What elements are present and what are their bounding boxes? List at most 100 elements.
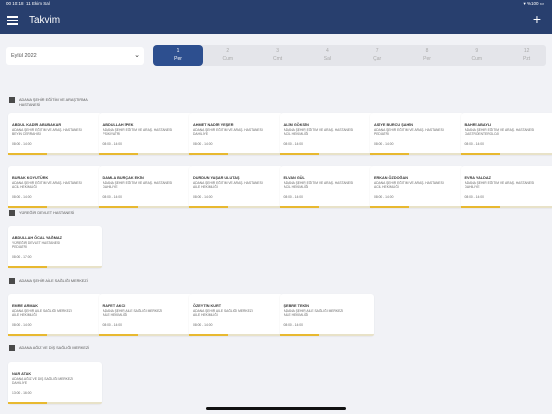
status-battery: ▾ %100 ▭ bbox=[523, 1, 544, 6]
card-hospital: ADANA ŞEHİR EĞİTİM VE ARAŞ. HASTANESİ ACİ… bbox=[283, 181, 354, 189]
day-tab[interactable]: 1 Per bbox=[153, 45, 203, 66]
schedule-card[interactable]: EVRA YALDAZ ADANA ŞEHİR EĞİTİM VE ARAŞ. H… bbox=[460, 166, 552, 208]
day-tab[interactable]: 8 Per bbox=[402, 45, 452, 66]
card-progress-bar bbox=[189, 334, 283, 336]
schedule-card[interactable]: ERKAN ÖZDOĞAN ADANA ŞEHİR EĞİTİM VE ARAŞ.… bbox=[370, 166, 464, 208]
card-time: 08:00 - 14:00 bbox=[193, 142, 213, 146]
doctor-name: ABDULLAH ÖCAL YAĞMAZ bbox=[12, 236, 62, 240]
card-hospital: ADANA ŞEHİR AİLE SAĞLIĞI MERKEZİ AİLE HEK… bbox=[102, 309, 163, 317]
card-hospital: ADANA ŞEHİR EĞİTİM VE ARAŞ. HASTANESİ DAH… bbox=[193, 128, 263, 136]
card-hospital: ADANA ŞEHİR EĞİTİM VE ARAŞ. HASTANESİ GAS… bbox=[464, 128, 535, 136]
card-time: 08:00 - 14:00 bbox=[102, 195, 122, 199]
card-hospital: ADANA ŞEHİR AİLE SAĞLIĞI MERKEZİ AİLE HEK… bbox=[193, 309, 253, 317]
card-hospital: ADANA ŞEHİR AİLE SAĞLIĞI MERKEZİ AİLE HEK… bbox=[12, 309, 72, 317]
schedule-card[interactable]: ABDULLAH ÖCAL YAĞMAZ YÜREĞİR DEVLET HASTA… bbox=[8, 226, 102, 268]
card-hospital: ADANA ŞEHİR EĞİTİM VE ARAŞ. HASTANESİ AİL… bbox=[193, 181, 263, 189]
doctor-name: RAFET AKCI bbox=[102, 304, 126, 308]
day-tab[interactable]: 9 Cum bbox=[452, 45, 502, 66]
card-hospital: ADANA AĞIZ VE DİŞ SAĞLIĞI MERKEZİ DAHİLİY… bbox=[12, 377, 74, 385]
card-time: 08:00 - 14:00 bbox=[283, 142, 303, 146]
page-title: Takvim bbox=[29, 15, 61, 26]
day-name: Per bbox=[174, 56, 182, 62]
day-number: 1 bbox=[176, 48, 180, 54]
schedule-card[interactable]: ASİYE BURCU ŞAHİN ADANA ŞEHİR EĞİTİM VE A… bbox=[370, 113, 464, 155]
card-time: 08:00 - 14:00 bbox=[464, 195, 484, 199]
day-name: Sal bbox=[323, 56, 331, 62]
doctor-name: EVRA YALDAZ bbox=[464, 176, 491, 180]
day-number: 8 bbox=[425, 48, 429, 54]
section-title: ADANA ŞEHİR AİLE SAĞLIĞI MERKEZİ bbox=[19, 279, 88, 283]
card-time: 13:00 - 16:00 bbox=[12, 391, 32, 395]
doctor-name: ERKAN ÖZDOĞAN bbox=[374, 176, 408, 180]
day-name: Cum bbox=[471, 56, 483, 62]
schedule-card[interactable]: EMRE ARMAK ADANA ŞEHİR AİLE SAĞLIĞI MERKE… bbox=[8, 294, 102, 336]
doctor-name: DURDUN YAŞAR ULUTAŞ bbox=[193, 176, 240, 180]
schedule-card[interactable]: AHMET NADİR YEŞER ADANA ŞEHİR EĞİTİM VE A… bbox=[189, 113, 283, 155]
day-tab[interactable]: 4 Sal bbox=[302, 45, 352, 66]
card-progress-bar bbox=[279, 206, 374, 208]
card-progress-bar bbox=[460, 153, 552, 155]
schedule-card[interactable]: ÖZEYTİN KURT ADANA ŞEHİR AİLE SAĞLIĞI MER… bbox=[189, 294, 283, 336]
card-hospital: ADANA ŞEHİR EĞİTİM VE ARAŞ. HASTANESİ ACİ… bbox=[12, 181, 82, 189]
day-tab[interactable]: 12 Pzt bbox=[502, 45, 552, 66]
schedule-card[interactable]: ALİM GÖKSİN ADANA ŞEHİR EĞİTİM VE ARAŞ. H… bbox=[279, 113, 374, 155]
day-number: 9 bbox=[475, 48, 479, 54]
schedule-card[interactable]: DAMLA BURÇAK EKİN ADANA ŞEHİR EĞİTİM VE A… bbox=[98, 166, 193, 208]
schedule-card[interactable]: BAHRİ ABAYLI ADANA ŞEHİR EĞİTİM VE ARAŞ. … bbox=[460, 113, 552, 155]
card-time: 08:00 - 14:00 bbox=[12, 142, 32, 146]
doctor-name: EMRE ARMAK bbox=[12, 304, 39, 308]
card-hospital: ADANA ŞEHİR AİLE SAĞLIĞI MERKEZİ AİLE HEK… bbox=[283, 309, 344, 317]
status-bar: 00 10:18 11 Ekim Sal ▾ %100 ▭ bbox=[0, 0, 552, 8]
month-select-value: Eylül 2022 bbox=[11, 53, 37, 59]
doctor-name: ÖZEYTİN KURT bbox=[193, 304, 222, 308]
card-progress-bar bbox=[8, 206, 102, 208]
card-time: 08:00 - 14:00 bbox=[283, 323, 303, 327]
day-tab[interactable]: 3 Cmt bbox=[253, 45, 303, 66]
schedule-card[interactable]: ŞEBRE TEKİN ADANA ŞEHİR AİLE SAĞLIĞI MERK… bbox=[279, 294, 374, 336]
schedule-card[interactable]: BURAK KOYUTÜRK ADANA ŞEHİR EĞİTİM VE ARAŞ… bbox=[8, 166, 102, 208]
schedule-card[interactable]: ABDUL KADİR ABUBAKAR ADANA ŞEHİR EĞİTİM V… bbox=[8, 113, 102, 155]
card-progress-bar bbox=[98, 206, 193, 208]
doctor-name: ALİM GÖKSİN bbox=[283, 123, 309, 127]
card-progress-bar bbox=[279, 153, 374, 155]
hospital-icon bbox=[9, 345, 15, 351]
doctor-name: DAMLA BURÇAK EKİN bbox=[102, 176, 144, 180]
card-hospital: ADANA ŞEHİR EĞİTİM VE ARAŞ. HASTANESİ PED… bbox=[374, 128, 444, 136]
day-number: 12 bbox=[523, 48, 530, 54]
card-progress-bar bbox=[8, 402, 102, 404]
day-number: 7 bbox=[375, 48, 379, 54]
card-time: 08:00 - 14:00 bbox=[374, 142, 394, 146]
day-name: Pzt bbox=[522, 56, 531, 62]
schedule-card[interactable]: DURDUN YAŞAR ULUTAŞ ADANA ŞEHİR EĞİTİM VE… bbox=[189, 166, 283, 208]
day-name: Cmt bbox=[273, 56, 283, 62]
schedule-card[interactable]: ELVAN GÜL ADANA ŞEHİR EĞİTİM VE ARAŞ. HAS… bbox=[279, 166, 374, 208]
add-icon[interactable]: + bbox=[533, 11, 541, 27]
card-hospital: ADANA ŞEHİR EĞİTİM VE ARAŞ. HASTANESİ DAH… bbox=[464, 181, 535, 189]
doctor-name: ABDULLAH İPEK bbox=[102, 123, 134, 127]
day-tab[interactable]: 7 Çar bbox=[352, 45, 402, 66]
card-progress-bar bbox=[189, 153, 283, 155]
card-hospital: ADANA ŞEHİR EĞİTİM VE ARAŞ. HASTANESİ ACİ… bbox=[283, 128, 354, 136]
card-time: 08:00 - 14:00 bbox=[464, 142, 484, 146]
card-progress-bar bbox=[460, 206, 552, 208]
schedule-card[interactable]: NAR ATAK ADANA AĞIZ VE DİŞ SAĞLIĞI MERKEZ… bbox=[8, 362, 102, 404]
schedule-card[interactable]: ABDULLAH İPEK ADANA ŞEHİR EĞİTİM VE ARAŞ.… bbox=[98, 113, 193, 155]
card-progress-bar bbox=[370, 153, 464, 155]
card-progress-bar bbox=[279, 334, 374, 336]
hospital-icon bbox=[9, 97, 15, 103]
month-select[interactable]: Eylül 2022 ⌄ bbox=[6, 47, 144, 65]
doctor-name: ELVAN GÜL bbox=[283, 176, 305, 180]
home-indicator bbox=[206, 407, 346, 410]
chevron-down-icon: ⌄ bbox=[134, 52, 140, 59]
doctor-name: BAHRİ ABAYLI bbox=[464, 123, 492, 127]
card-progress-bar bbox=[370, 206, 464, 208]
card-time: 08:00 - 14:00 bbox=[193, 195, 213, 199]
card-hospital: ADANA ŞEHİR EĞİTİM VE ARAŞ. HASTANESİ ACİ… bbox=[374, 181, 444, 189]
schedule-card[interactable]: RAFET AKCI ADANA ŞEHİR AİLE SAĞLIĞI MERKE… bbox=[98, 294, 193, 336]
menu-icon[interactable] bbox=[7, 14, 18, 27]
day-tab[interactable]: 2 Cum bbox=[203, 45, 253, 66]
card-time: 08:00 - 17:00 bbox=[12, 255, 32, 259]
day-name: Per bbox=[423, 56, 431, 62]
card-time: 08:00 - 14:00 bbox=[374, 195, 394, 199]
section-title: ADANA ŞEHİR EĞİTİM VE ARAŞTIRMA HASTANES… bbox=[19, 98, 88, 107]
